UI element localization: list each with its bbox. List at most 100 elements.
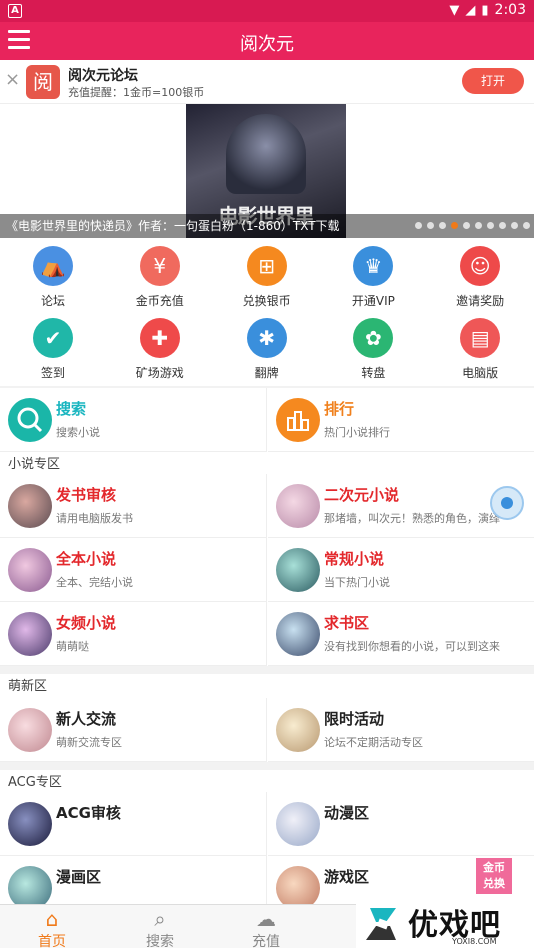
- board-title: 动漫区: [324, 804, 370, 822]
- wifi-icon: ▼: [449, 2, 460, 18]
- search-icon: ⌕: [154, 907, 166, 931]
- carousel-dot[interactable]: [475, 222, 482, 229]
- feature-label: 邀请奖励: [456, 294, 505, 308]
- open-app-button[interactable]: 打开: [462, 68, 524, 94]
- crown-icon: ♛: [353, 246, 394, 286]
- board-title: 发书审核: [56, 486, 117, 504]
- carousel-dot[interactable]: [451, 222, 458, 229]
- board-avatar: [276, 802, 320, 846]
- feature-footprint[interactable]: ✔ 签到: [0, 314, 106, 386]
- divider: [266, 792, 267, 904]
- board-regular-novel[interactable]: 常规小说 当下热门小说: [268, 538, 534, 602]
- board-title: 漫画区: [56, 868, 102, 886]
- board-subtitle: 请用电脑版发书: [56, 512, 133, 525]
- ranking-subtitle: 热门小说排行: [324, 426, 390, 439]
- carousel-dot[interactable]: [463, 222, 470, 229]
- carousel-dot[interactable]: [439, 222, 446, 229]
- smile-icon: ☺: [460, 246, 501, 286]
- board-avatar: [276, 484, 320, 528]
- feature-label: 转盘: [361, 366, 386, 380]
- tent-icon: ⛺: [33, 246, 73, 286]
- feature-smile[interactable]: ☺ 邀请奖励: [427, 242, 533, 314]
- status-time: 2:03: [494, 2, 526, 18]
- cover-figure: [226, 114, 306, 194]
- board-title: 常规小说: [324, 550, 385, 568]
- ranking-title: 排行: [324, 400, 355, 418]
- board-subtitle: 萌萌哒: [56, 640, 89, 653]
- search-icon: [8, 398, 52, 442]
- board-avatar: [276, 612, 320, 656]
- feature-wheel[interactable]: ✿ 转盘: [320, 314, 426, 386]
- app-logo: 阅: [26, 65, 60, 99]
- app-header: 阅次元: [0, 22, 534, 60]
- banner-carousel[interactable]: 电影世界里 《电影世界里的快递员》作者：一句蛋白粉（1-860）TXT下载: [0, 104, 534, 238]
- board-avatar: [276, 548, 320, 592]
- carousel-dot[interactable]: [487, 222, 494, 229]
- divider: [266, 474, 267, 666]
- search-entry[interactable]: 搜索 搜索小说: [0, 388, 266, 452]
- feature-grid: ⛺ 论坛 ¥ 金币充值 ⊞ 兑换银币 ♛ 开通VIP ☺ 邀请奖励 ✔ 签到 ✚ 矿场游戏 ✱ 翻牌 ✿ 转盘 ▤ 电…: [0, 240, 534, 386]
- board-subtitle: 萌新交流专区: [56, 736, 122, 749]
- board-novel-review[interactable]: 发书审核 请用电脑版发书: [0, 474, 266, 538]
- promo-description: 充值提醒：1金币=100银币: [68, 86, 205, 99]
- board-subtitle: 那堵墙，叫次元！熟悉的角色，演绎: [324, 512, 500, 525]
- section-title-newbie: 萌新区: [0, 674, 534, 700]
- document-icon: ▤: [460, 318, 501, 358]
- section-gap: [0, 666, 534, 674]
- board-title: 限时活动: [324, 710, 385, 728]
- status-icons: ▼ ◢ ▮ 2:03: [449, 2, 526, 18]
- board-acg-review[interactable]: ACG审核: [0, 792, 266, 856]
- board-avatar: [8, 802, 52, 846]
- board-limited-event[interactable]: 限时活动 论坛不定期活动专区: [268, 698, 534, 762]
- divider: [266, 698, 267, 762]
- board-female-novel[interactable]: 女频小说 萌萌哒: [0, 602, 266, 666]
- divider: [266, 388, 267, 452]
- carousel-dot[interactable]: [499, 222, 506, 229]
- feature-label: 翻牌: [254, 366, 279, 380]
- status-bar: A ▼ ◢ ▮ 2:03: [0, 0, 534, 22]
- coin-exchange-button[interactable]: 金币 兑换: [476, 858, 512, 894]
- coin-exchange-line1: 金币: [483, 861, 505, 874]
- feature-document[interactable]: ▤ 电脑版: [427, 314, 533, 386]
- board-subtitle: 论坛不定期活动专区: [324, 736, 423, 749]
- feature-label: 电脑版: [462, 366, 499, 380]
- feature-yen[interactable]: ¥ 金币充值: [107, 242, 213, 314]
- tab-home[interactable]: ⌂ 首页: [22, 905, 82, 948]
- feature-exchange[interactable]: ⊞ 兑换银币: [214, 242, 320, 314]
- feature-crown[interactable]: ♛ 开通VIP: [320, 242, 426, 314]
- coin-exchange-line2: 兑换: [483, 877, 505, 890]
- board-title: 求书区: [324, 614, 370, 632]
- watermark-logo: [366, 908, 396, 940]
- board-subtitle: 没有找到你想看的小说，可以到这来: [324, 640, 500, 653]
- feature-aperture[interactable]: ✱ 翻牌: [214, 314, 320, 386]
- board-newbie-chat[interactable]: 新人交流 萌新交流专区: [0, 698, 266, 762]
- board-anime[interactable]: 动漫区: [268, 792, 534, 856]
- wheel-icon: ✿: [353, 318, 394, 358]
- board-subtitle: 当下热门小说: [324, 576, 390, 589]
- tab-recharge[interactable]: ☁ 充值: [236, 905, 296, 948]
- ranking-entry[interactable]: 排行 热门小说排行: [268, 388, 534, 452]
- aperture-icon: ✱: [246, 318, 287, 358]
- search-subtitle: 搜索小说: [56, 426, 100, 439]
- carousel-dot[interactable]: [415, 222, 422, 229]
- board-book-request[interactable]: 求书区 没有找到你想看的小说，可以到这来: [268, 602, 534, 666]
- carousel-dot[interactable]: [511, 222, 518, 229]
- carousel-dot[interactable]: [427, 222, 434, 229]
- board-complete-novel[interactable]: 全本小说 全本、完结小说: [0, 538, 266, 602]
- chat-icon: ☁: [256, 907, 276, 931]
- board-title: 女频小说: [56, 614, 117, 632]
- board-title: 二次元小说: [324, 486, 400, 504]
- board-title: 新人交流: [56, 710, 117, 728]
- close-icon[interactable]: ×: [5, 71, 21, 89]
- feature-label: 矿场游戏: [135, 366, 184, 380]
- feature-gamepad[interactable]: ✚ 矿场游戏: [107, 314, 213, 386]
- carousel-dot[interactable]: [523, 222, 530, 229]
- yen-icon: ¥: [139, 246, 180, 286]
- feature-tent[interactable]: ⛺ 论坛: [0, 242, 106, 314]
- tab-search[interactable]: ⌕ 搜索: [130, 905, 190, 948]
- board-avatar: [8, 612, 52, 656]
- exchange-icon: ⊞: [246, 246, 287, 286]
- footprint-icon: ✔: [33, 318, 73, 358]
- board-avatar: [8, 708, 52, 752]
- floating-assist-button[interactable]: [490, 486, 524, 520]
